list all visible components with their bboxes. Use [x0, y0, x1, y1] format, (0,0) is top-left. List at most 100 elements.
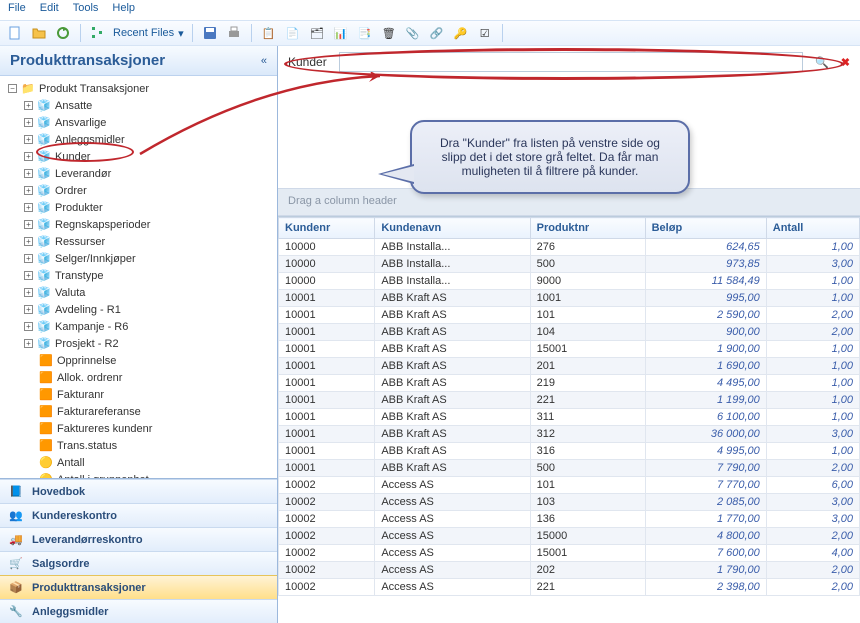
nav-produkttransaksjoner[interactable]: 📦Produkttransaksjoner — [0, 575, 277, 599]
table-row[interactable]: 10001ABB Kraft AS3116 100,001,00 — [279, 409, 860, 426]
tree-item-regnskapsperioder[interactable]: +🧊Regnskapsperioder — [2, 216, 275, 233]
table-row[interactable]: 10001ABB Kraft AS5007 790,002,00 — [279, 460, 860, 477]
nav-leverand-rreskontro[interactable]: 🚚Leverandørreskontro — [0, 527, 277, 551]
expand-icon[interactable]: + — [24, 186, 33, 195]
expand-icon[interactable]: + — [24, 220, 33, 229]
table-row[interactable]: 10000ABB Installa...276624,651,00 — [279, 239, 860, 256]
tool-icon[interactable]: 📊 — [332, 24, 350, 42]
tree-item-transtype[interactable]: +🧊Transtype — [2, 267, 275, 284]
nav-anleggsmidler[interactable]: 🔧Anleggsmidler — [0, 599, 277, 623]
table-row[interactable]: 10000ABB Installa...500973,853,00 — [279, 256, 860, 273]
tool-icon[interactable]: 🔑 — [452, 24, 470, 42]
expand-icon[interactable]: + — [24, 135, 33, 144]
table-row[interactable]: 10001ABB Kraft AS150011 900,001,00 — [279, 341, 860, 358]
table-row[interactable]: 10002Access AS150017 600,004,00 — [279, 545, 860, 562]
tool-icon[interactable]: 📄 — [284, 24, 302, 42]
tree-item-ansvarlige[interactable]: +🧊Ansvarlige — [2, 114, 275, 131]
table-row[interactable]: 10001ABB Kraft AS2194 495,001,00 — [279, 375, 860, 392]
table-row[interactable]: 10002Access AS150004 800,002,00 — [279, 528, 860, 545]
tree-item-prosjekt-r2[interactable]: +🧊Prosjekt - R2 — [2, 335, 275, 352]
expand-icon[interactable]: + — [24, 101, 33, 110]
table-row[interactable]: 10001ABB Kraft AS2011 690,001,00 — [279, 358, 860, 375]
tool-icon[interactable]: 🗂 — [308, 24, 326, 42]
refresh-icon[interactable] — [54, 24, 72, 42]
menu-file[interactable]: File — [8, 2, 26, 18]
tool-icon[interactable]: 📎 — [404, 24, 422, 42]
table-row[interactable]: 10002Access AS1017 770,006,00 — [279, 477, 860, 494]
tree-item-produkter[interactable]: +🧊Produkter — [2, 199, 275, 216]
tree-item-ordrer[interactable]: +🧊Ordrer — [2, 182, 275, 199]
tree-item-allok-ordrenr[interactable]: 🟧Allok. ordrenr — [2, 369, 275, 386]
col-kundenr[interactable]: Kundenr — [279, 218, 375, 239]
table-row[interactable]: 10002Access AS2021 790,002,00 — [279, 562, 860, 579]
tool-icon[interactable]: 📋 — [260, 24, 278, 42]
expand-icon[interactable]: + — [24, 271, 33, 280]
table-row[interactable]: 10001ABB Kraft AS31236 000,003,00 — [279, 426, 860, 443]
col-antall[interactable]: Antall — [766, 218, 859, 239]
expand-icon[interactable]: + — [24, 339, 33, 348]
open-folder-icon[interactable] — [30, 24, 48, 42]
nav-salgsordre[interactable]: 🛒Salgsordre — [0, 551, 277, 575]
close-icon[interactable]: ✖ — [841, 56, 850, 69]
table-row[interactable]: 10002Access AS1032 085,003,00 — [279, 494, 860, 511]
expand-icon[interactable]: + — [24, 288, 33, 297]
expand-icon[interactable]: + — [24, 305, 33, 314]
menu-tools[interactable]: Tools — [73, 2, 99, 18]
tree-item-faktureres-kundenr[interactable]: 🟧Faktureres kundenr — [2, 420, 275, 437]
save-icon[interactable] — [201, 24, 219, 42]
tree-item-fakturanr[interactable]: 🟧Fakturanr — [2, 386, 275, 403]
tree-item-trans-status[interactable]: 🟧Trans.status — [2, 437, 275, 454]
col-beløp[interactable]: Beløp — [645, 218, 766, 239]
table-row[interactable]: 10001ABB Kraft AS1001995,001,00 — [279, 290, 860, 307]
tree-item-valuta[interactable]: +🧊Valuta — [2, 284, 275, 301]
collapse-icon[interactable]: − — [8, 84, 17, 93]
tree-item-leverand-r[interactable]: +🧊Leverandør — [2, 165, 275, 182]
table-row[interactable]: 10001ABB Kraft AS3164 995,001,00 — [279, 443, 860, 460]
recent-files-dropdown[interactable]: Recent Files ▾ — [113, 27, 184, 40]
tree-item-avdeling-r1[interactable]: +🧊Avdeling - R1 — [2, 301, 275, 318]
table-row[interactable]: 10002Access AS2212 398,002,00 — [279, 579, 860, 596]
tree-item-ansatte[interactable]: +🧊Ansatte — [2, 97, 275, 114]
table-row[interactable]: 10001ABB Kraft AS2211 199,001,00 — [279, 392, 860, 409]
expand-icon[interactable]: + — [24, 237, 33, 246]
tree-item-selger-innkj-per[interactable]: +🧊Selger/Innkjøper — [2, 250, 275, 267]
tool-icon[interactable]: 📑 — [356, 24, 374, 42]
print-icon[interactable] — [225, 24, 243, 42]
expand-icon[interactable]: + — [24, 254, 33, 263]
menu-edit[interactable]: Edit — [40, 2, 59, 18]
expand-icon[interactable]: + — [24, 118, 33, 127]
tree-icon[interactable] — [89, 24, 107, 42]
menu-help[interactable]: Help — [112, 2, 135, 18]
new-doc-icon[interactable] — [6, 24, 24, 42]
table-row[interactable]: 10001ABB Kraft AS104900,002,00 — [279, 324, 860, 341]
filter-input[interactable] — [339, 52, 803, 72]
table-row[interactable]: 10002Access AS1361 770,003,00 — [279, 511, 860, 528]
expand-icon[interactable]: + — [24, 169, 33, 178]
tree-root-item[interactable]: −📁Produkt Transaksjoner — [2, 80, 275, 97]
col-kundenavn[interactable]: Kundenavn — [375, 218, 530, 239]
table-row[interactable]: 10001ABB Kraft AS1012 590,002,00 — [279, 307, 860, 324]
tree-item-anleggsmidler[interactable]: +🧊Anleggsmidler — [2, 131, 275, 148]
tool-icon[interactable]: 🔗 — [428, 24, 446, 42]
tree-item-opprinnelse[interactable]: 🟧Opprinnelse — [2, 352, 275, 369]
expand-icon[interactable]: + — [24, 203, 33, 212]
tree-root-label[interactable]: Produkt Transaksjoner — [39, 83, 149, 95]
nav-hovedbok[interactable]: 📘Hovedbok — [0, 479, 277, 503]
tree-item-label: Kunder — [55, 151, 90, 163]
tree-item-antall-i-grunnenhet[interactable]: 🟡Antall i grunnenhet — [2, 471, 275, 478]
collapse-icon[interactable]: « — [261, 55, 267, 67]
nav-kundereskontro[interactable]: 👥Kundereskontro — [0, 503, 277, 527]
expand-icon[interactable]: + — [24, 152, 33, 161]
search-icon[interactable]: 🔍 — [815, 56, 829, 69]
tree-item-kampanje-r6[interactable]: +🧊Kampanje - R6 — [2, 318, 275, 335]
tree-item-antall[interactable]: 🟡Antall — [2, 454, 275, 471]
tree-item-kunder[interactable]: +🧊Kunder — [2, 148, 275, 165]
col-produktnr[interactable]: Produktnr — [530, 218, 645, 239]
expand-icon[interactable]: + — [24, 322, 33, 331]
tool-icon[interactable]: ☑ — [476, 24, 494, 42]
tool-icon[interactable]: 🗑 — [380, 24, 398, 42]
tree-item-fakturareferanse[interactable]: 🟧Fakturareferanse — [2, 403, 275, 420]
cube-icon: 🧊 — [37, 286, 51, 300]
table-row[interactable]: 10000ABB Installa...900011 584,491,00 — [279, 273, 860, 290]
tree-item-ressurser[interactable]: +🧊Ressurser — [2, 233, 275, 250]
